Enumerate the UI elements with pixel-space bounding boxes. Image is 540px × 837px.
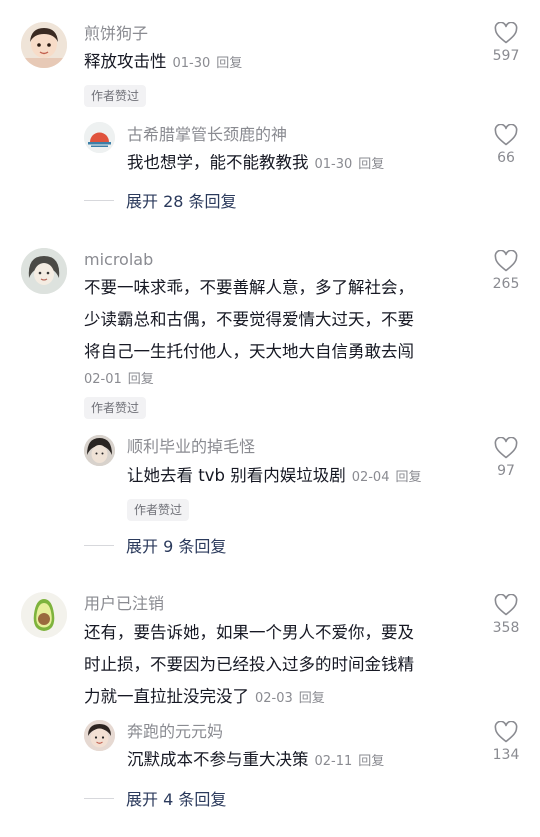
heart-icon [494, 594, 518, 616]
reply-date: 02-11 [314, 754, 353, 769]
comment-text-line: 不要一味求乖，不要善解人意，多了解社会， [84, 278, 414, 297]
comment-text: 还有，要告诉她，如果一个男人不爱你，要及 时止损，不要因为已经投入过多的时间金钱… [84, 617, 464, 715]
comment-date: 02-03 [255, 691, 293, 706]
comment-text-line: 少读霸总和古偶，不要觉得爱情大过天，不要 [84, 310, 414, 329]
comment-text: 不要一味求乖，不要善解人意，多了解社会， 少读霸总和古偶，不要觉得爱情大过天，不… [84, 272, 464, 368]
like-button[interactable]: 97 [476, 437, 536, 479]
reply-username[interactable]: 古希腊掌管长颈鹿的神 [127, 125, 287, 145]
like-button[interactable]: 66 [476, 124, 536, 166]
comment-text-line: 还有，要告诉她，如果一个男人不爱你，要及 [84, 623, 414, 642]
like-count: 134 [492, 747, 520, 763]
avatar[interactable] [84, 122, 115, 153]
comment-text: 释放攻击性 01-30 回复 [84, 46, 464, 80]
like-count: 97 [497, 463, 515, 479]
illustrated-woman-avatar-icon [21, 248, 67, 294]
comment-username[interactable]: 煎饼狗子 [84, 24, 148, 44]
reply-text: 我也想学，能不能教教我 01-30 回复 [127, 147, 507, 181]
avocado-avatar-icon [21, 592, 67, 638]
comment-text-line: 将自己一生托付他人，天大地大自信勇敢去闯 [84, 342, 414, 361]
reply-username[interactable]: 奔跑的元元妈 [127, 722, 223, 742]
heart-icon [494, 22, 518, 44]
like-button[interactable]: 358 [476, 594, 536, 636]
author-liked-badge: 作者赞过 [127, 499, 190, 521]
reply-text: 沉默成本不参与重大决策 02-11 回复 [127, 744, 507, 778]
expand-replies-label: 展开 9 条回复 [126, 537, 227, 556]
reply-link[interactable]: 回复 [128, 372, 154, 387]
reply-link[interactable]: 回复 [358, 157, 384, 172]
author-liked-badge: 作者赞过 [84, 85, 147, 107]
avatar[interactable] [84, 720, 115, 751]
reply-link[interactable]: 回复 [216, 56, 242, 71]
like-count: 358 [492, 620, 520, 636]
expand-divider [84, 199, 114, 201]
comment-text-line: 释放攻击性 [84, 52, 167, 71]
reply-link[interactable]: 回复 [358, 754, 384, 769]
heart-icon [494, 124, 518, 146]
avatar[interactable] [84, 435, 115, 466]
like-count: 66 [497, 150, 515, 166]
comment-username[interactable]: 用户已注销 [84, 594, 164, 614]
expand-replies-button[interactable]: 展开 9 条回复 [84, 533, 226, 557]
reply-date: 02-04 [351, 470, 390, 485]
sunset-avatar-icon [84, 122, 115, 153]
heart-icon [494, 250, 518, 272]
expand-replies-label: 展开 4 条回复 [126, 790, 227, 809]
like-button[interactable]: 134 [476, 721, 536, 763]
like-button[interactable]: 597 [476, 22, 536, 64]
expand-replies-label: 展开 28 条回复 [126, 192, 237, 211]
reply-text-line: 让她去看 tvb 别看内娱垃圾剧 [127, 466, 346, 485]
comment-text-line: 时止损，不要因为已经投入过多的时间金钱精 [84, 655, 414, 674]
like-count: 265 [492, 276, 520, 292]
comment-meta: 02-01 回复 [84, 368, 154, 387]
reply-text-line: 沉默成本不参与重大决策 [127, 750, 309, 769]
comment-date: 02-01 [84, 372, 122, 387]
reply-link[interactable]: 回复 [395, 470, 421, 485]
comment-username[interactable]: microlab [84, 250, 153, 270]
avatar[interactable] [21, 592, 67, 638]
like-count: 597 [492, 48, 520, 64]
reply-date: 01-30 [314, 157, 353, 172]
like-button[interactable]: 265 [476, 250, 536, 292]
reply-text-line: 我也想学，能不能教教我 [127, 153, 309, 172]
expand-divider [84, 797, 114, 799]
heart-icon [494, 437, 518, 459]
heart-icon [494, 721, 518, 743]
comment-date: 01-30 [172, 56, 211, 71]
reply-link[interactable]: 回复 [299, 691, 325, 706]
child-avatar-icon [84, 720, 115, 751]
expand-replies-button[interactable]: 展开 4 条回复 [84, 786, 226, 810]
reply-username[interactable]: 顺利毕业的掉毛怪 [127, 437, 255, 457]
avatar[interactable] [21, 22, 67, 68]
girl-avatar-icon [21, 22, 67, 68]
comment-text-line-end: 力就一直拉扯没完没了 [84, 687, 249, 706]
expand-divider [84, 544, 114, 546]
avatar[interactable] [21, 248, 67, 294]
expand-replies-button[interactable]: 展开 28 条回复 [84, 188, 237, 212]
reply-text: 让她去看 tvb 别看内娱垃圾剧 02-04 回复 [127, 460, 507, 494]
person-avatar-icon [84, 435, 115, 466]
comment-text-line: 力就一直拉扯没完没了 02-03 回复 [84, 681, 464, 715]
author-liked-badge: 作者赞过 [84, 397, 147, 419]
